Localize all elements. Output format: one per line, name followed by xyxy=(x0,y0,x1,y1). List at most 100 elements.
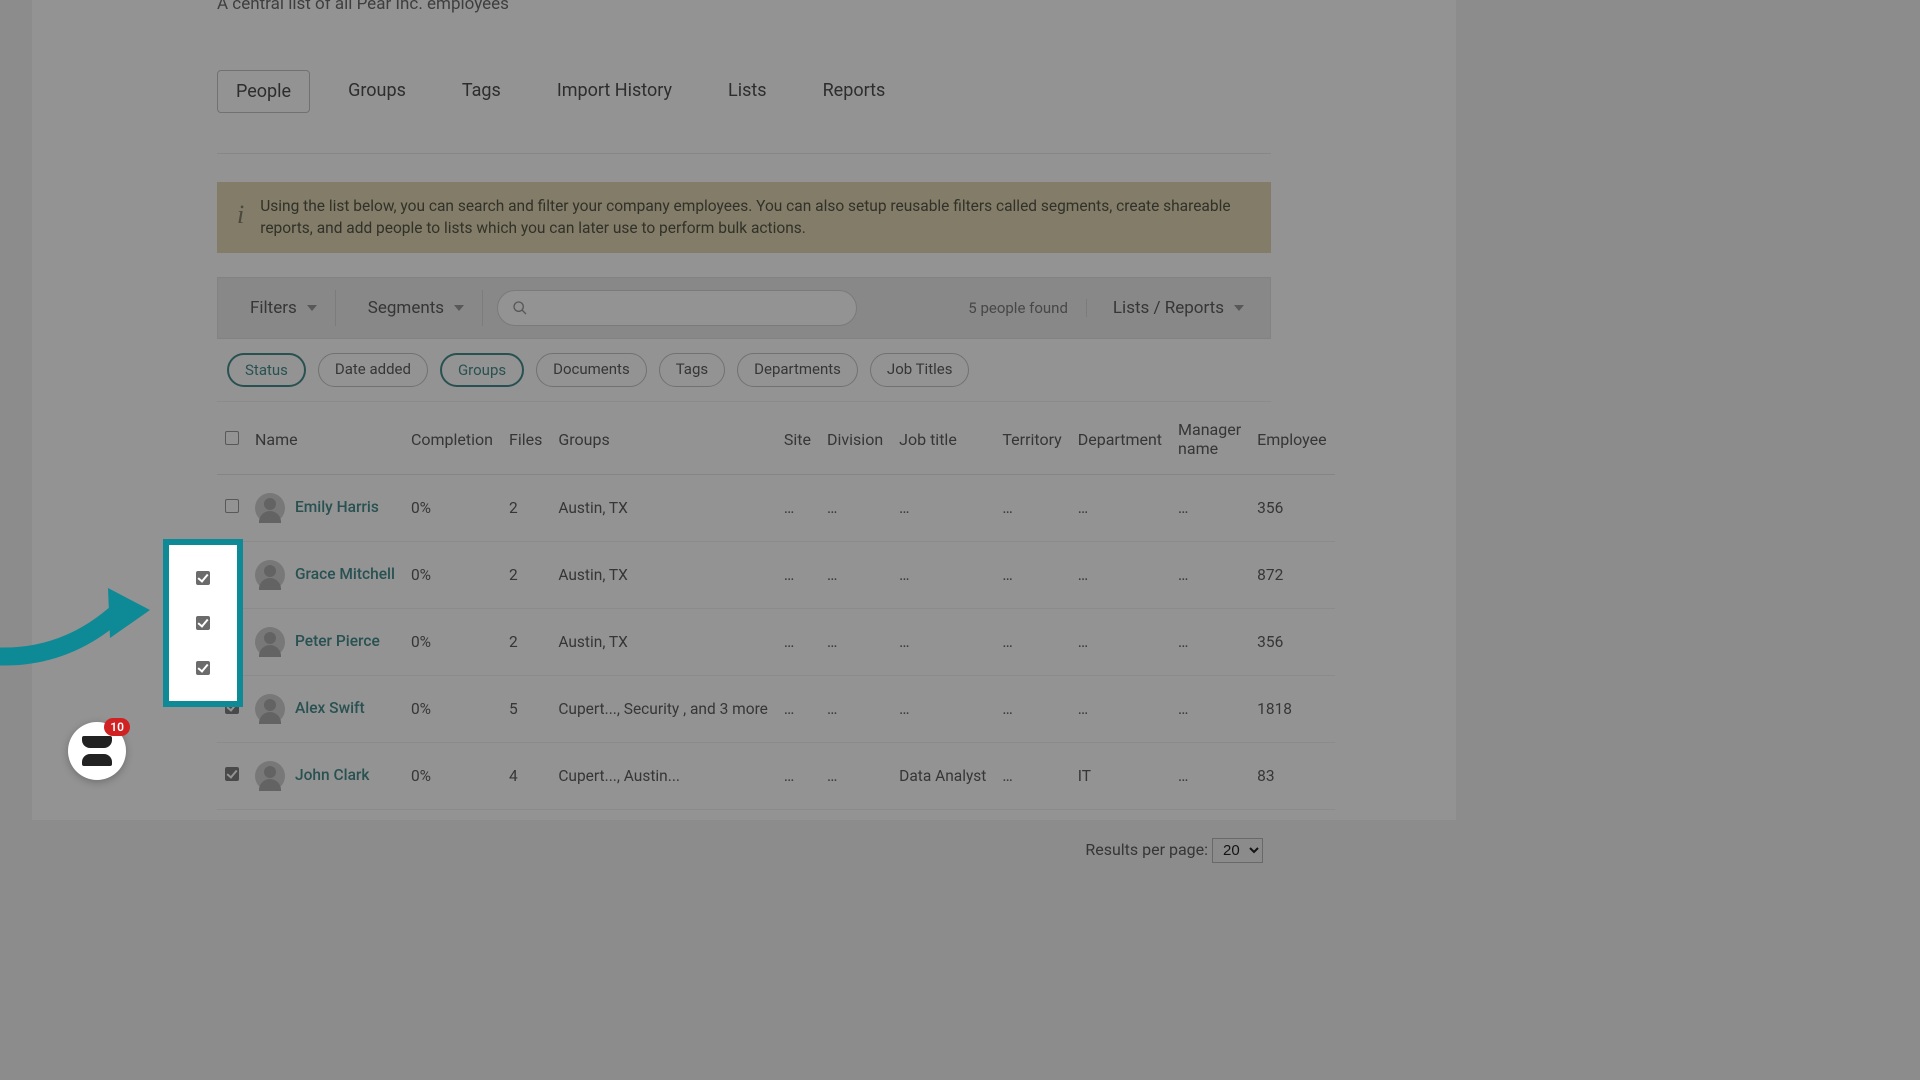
cell-territory: … xyxy=(994,542,1069,609)
cell-groups: Austin, TX xyxy=(550,475,776,542)
row-checkbox-highlight[interactable] xyxy=(196,616,210,630)
table-row[interactable]: Grace Mitchell0%2Austin, TX………………872 xyxy=(217,542,1335,609)
help-notification-count: 10 xyxy=(104,718,130,736)
person-name[interactable]: Peter Pierce xyxy=(295,632,380,650)
col-files[interactable]: Files xyxy=(501,402,550,475)
cell-site: … xyxy=(776,542,819,609)
people-table: Name Completion Files Groups Site Divisi… xyxy=(217,402,1335,810)
row-checkbox-highlight[interactable] xyxy=(196,571,210,585)
cell-files: 2 xyxy=(501,609,550,676)
col-department[interactable]: Department xyxy=(1070,402,1170,475)
col-territory[interactable]: Territory xyxy=(994,402,1069,475)
table-row[interactable]: John Clark0%4Cupert..., Austin...……Data … xyxy=(217,743,1335,810)
select-all-checkbox[interactable] xyxy=(225,431,239,445)
col-manager[interactable]: Manager name xyxy=(1170,402,1249,475)
row-checkbox[interactable] xyxy=(225,767,239,781)
help-widget[interactable]: 10 xyxy=(68,722,126,780)
table-row[interactable]: Emily Harris0%2Austin, TX………………356 xyxy=(217,475,1335,542)
col-groups[interactable]: Groups xyxy=(550,402,776,475)
info-banner-text: Using the list below, you can search and… xyxy=(260,196,1251,239)
cell-completion: 0% xyxy=(403,609,501,676)
col-division[interactable]: Division xyxy=(819,402,891,475)
cell-site: … xyxy=(776,475,819,542)
person-name[interactable]: Grace Mitchell xyxy=(295,565,395,583)
chip-date-added[interactable]: Date added xyxy=(318,353,428,387)
cell-groups: Cupert..., Austin... xyxy=(550,743,776,810)
filter-chips: Status Date added Groups Documents Tags … xyxy=(217,339,1271,402)
filters-button[interactable]: Filters xyxy=(232,290,336,326)
cell-job: … xyxy=(891,542,994,609)
tab-import-history[interactable]: Import History xyxy=(539,70,690,113)
cell-completion: 0% xyxy=(403,743,501,810)
chip-status[interactable]: Status xyxy=(227,353,306,387)
cell-employee: 872 xyxy=(1249,542,1334,609)
segments-button[interactable]: Segments xyxy=(350,290,483,326)
filters-label: Filters xyxy=(250,298,297,318)
tabs: People Groups Tags Import History Lists … xyxy=(217,70,1271,113)
cell-dept: … xyxy=(1070,609,1170,676)
cell-groups: Austin, TX xyxy=(550,609,776,676)
cell-division: … xyxy=(819,542,891,609)
cell-completion: 0% xyxy=(403,676,501,743)
tab-people[interactable]: People xyxy=(217,70,310,113)
pager-select[interactable]: 20 xyxy=(1212,838,1263,863)
cell-files: 4 xyxy=(501,743,550,810)
search-icon xyxy=(512,300,528,316)
lists-reports-button[interactable]: Lists / Reports xyxy=(1101,298,1256,318)
segments-label: Segments xyxy=(368,298,444,318)
cell-division: … xyxy=(819,475,891,542)
col-site[interactable]: Site xyxy=(776,402,819,475)
cell-site: … xyxy=(776,609,819,676)
col-completion[interactable]: Completion xyxy=(403,402,501,475)
tab-lists[interactable]: Lists xyxy=(710,70,785,113)
person-name[interactable]: Emily Harris xyxy=(295,498,379,516)
row-checkbox[interactable] xyxy=(225,499,239,513)
tab-groups[interactable]: Groups xyxy=(330,70,424,113)
table-row[interactable]: Peter Pierce0%2Austin, TX………………356 xyxy=(217,609,1335,676)
table-header-row: Name Completion Files Groups Site Divisi… xyxy=(217,402,1335,475)
pager-label: Results per page: xyxy=(1085,840,1208,859)
cell-manager: … xyxy=(1170,743,1249,810)
cell-dept: … xyxy=(1070,676,1170,743)
cell-division: … xyxy=(819,743,891,810)
person-name[interactable]: Alex Swift xyxy=(295,699,365,717)
cell-dept: … xyxy=(1070,475,1170,542)
cell-territory: … xyxy=(994,609,1069,676)
cell-job: … xyxy=(891,676,994,743)
person-name[interactable]: John Clark xyxy=(295,766,370,784)
chip-tags[interactable]: Tags xyxy=(659,353,725,387)
col-employee[interactable]: Employee xyxy=(1249,402,1334,475)
cell-site: … xyxy=(776,743,819,810)
chevron-down-icon xyxy=(307,305,317,311)
cell-employee: 1818 xyxy=(1249,676,1334,743)
search-input[interactable] xyxy=(536,300,842,317)
cell-employee: 83 xyxy=(1249,743,1334,810)
highlight-checkbox-callout xyxy=(163,539,243,707)
search-input-wrap[interactable] xyxy=(497,290,857,326)
col-job-title[interactable]: Job title xyxy=(891,402,994,475)
chip-job-titles[interactable]: Job Titles xyxy=(870,353,970,387)
cell-territory: … xyxy=(994,475,1069,542)
chip-documents[interactable]: Documents xyxy=(536,353,647,387)
chip-departments[interactable]: Departments xyxy=(737,353,858,387)
tab-tags[interactable]: Tags xyxy=(444,70,519,113)
cell-dept: IT xyxy=(1070,743,1170,810)
toolbar: Filters Segments 5 people found Lists / … xyxy=(217,277,1271,339)
chip-groups[interactable]: Groups xyxy=(440,353,524,387)
result-count: 5 people found xyxy=(968,299,1087,317)
cell-files: 2 xyxy=(501,475,550,542)
cell-manager: … xyxy=(1170,475,1249,542)
cell-site: … xyxy=(776,676,819,743)
col-name[interactable]: Name xyxy=(247,402,403,475)
divider xyxy=(217,153,1271,154)
pager: Results per page: 20 xyxy=(217,810,1271,903)
avatar xyxy=(255,493,285,523)
row-checkbox-highlight[interactable] xyxy=(196,661,210,675)
tab-reports[interactable]: Reports xyxy=(805,70,904,113)
cell-manager: … xyxy=(1170,676,1249,743)
cell-files: 5 xyxy=(501,676,550,743)
cell-job: … xyxy=(891,475,994,542)
table-row[interactable]: Alex Swift 0%5Cupert..., Security , and 3… xyxy=(217,676,1335,743)
cell-groups: Austin, TX xyxy=(550,542,776,609)
cell-groups: Cupert..., Security , and 3 more xyxy=(550,676,776,743)
